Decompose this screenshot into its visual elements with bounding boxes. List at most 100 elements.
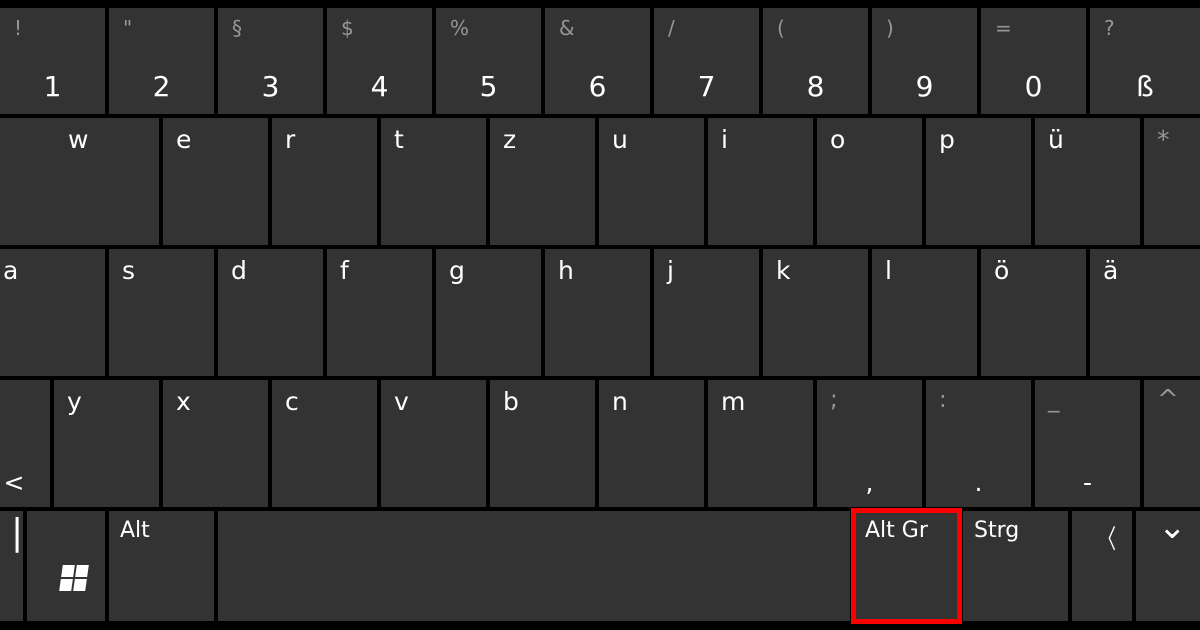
key-altgr[interactable]: Alt Gr bbox=[854, 511, 959, 621]
key-main-label: a bbox=[3, 256, 18, 285]
windows-icon bbox=[61, 565, 87, 591]
key-9[interactable]: )9 bbox=[872, 8, 977, 114]
key-7[interactable]: /7 bbox=[654, 8, 759, 114]
key-main-label: r bbox=[285, 125, 295, 154]
key-strg[interactable]: Strg bbox=[963, 511, 1068, 621]
key-main-label: 0 bbox=[981, 70, 1086, 103]
key-m[interactable]: m bbox=[708, 380, 813, 507]
key-w[interactable]: w bbox=[0, 118, 159, 245]
key-main-label: u bbox=[612, 125, 628, 154]
key-eszett[interactable]: ?ß bbox=[1090, 8, 1200, 114]
key-main-label: * bbox=[1157, 125, 1170, 154]
key-y[interactable]: y bbox=[54, 380, 159, 507]
key-main-label: t bbox=[394, 125, 404, 154]
on-screen-keyboard: !1 "2 §3 $4 %5 &6 /7 (8 )9 =0 ?ß w e r t… bbox=[0, 0, 1200, 630]
key-main-label: h bbox=[558, 256, 574, 285]
key-main-label: p bbox=[939, 125, 955, 154]
key-2[interactable]: "2 bbox=[109, 8, 214, 114]
key-u-umlaut[interactable]: ü bbox=[1035, 118, 1140, 245]
key-main-label: d bbox=[231, 256, 247, 285]
key-main-label: e bbox=[176, 125, 191, 154]
key-main-label: Alt bbox=[120, 518, 150, 543]
key-main-label: ä bbox=[1103, 256, 1118, 285]
key-6[interactable]: &6 bbox=[545, 8, 650, 114]
key-shift-label: ; bbox=[830, 387, 838, 413]
key-main-label: 1 bbox=[0, 70, 105, 103]
key-down[interactable]: ⌄ bbox=[1136, 511, 1200, 621]
key-shift-label: " bbox=[123, 16, 132, 40]
key-main-label: m bbox=[721, 387, 745, 416]
key-main-label: ß bbox=[1090, 70, 1200, 103]
key-d[interactable]: d bbox=[218, 249, 323, 376]
key-main-label: y bbox=[67, 387, 82, 416]
key-t[interactable]: t bbox=[381, 118, 486, 245]
key-5[interactable]: %5 bbox=[436, 8, 541, 114]
key-j[interactable]: j bbox=[654, 249, 759, 376]
chevron-left-icon: 〈 bbox=[1098, 519, 1116, 556]
key-asterisk[interactable]: * bbox=[1144, 118, 1200, 245]
key-main-label: v bbox=[394, 387, 409, 416]
key-main-label: , bbox=[817, 468, 922, 497]
key-shift-label: ^ bbox=[1157, 385, 1179, 415]
key-e[interactable]: e bbox=[163, 118, 268, 245]
key-less-than[interactable]: < bbox=[0, 380, 50, 507]
key-main-label: . bbox=[926, 468, 1031, 497]
key-c[interactable]: c bbox=[272, 380, 377, 507]
key-o-umlaut[interactable]: ö bbox=[981, 249, 1086, 376]
key-windows[interactable] bbox=[27, 511, 105, 621]
key-shift-label: ( bbox=[777, 16, 785, 40]
key-g[interactable]: g bbox=[436, 249, 541, 376]
key-alt[interactable]: Alt bbox=[109, 511, 214, 621]
key-main-label: Alt Gr bbox=[865, 518, 928, 543]
key-main-label: n bbox=[612, 387, 628, 416]
key-x[interactable]: x bbox=[163, 380, 268, 507]
key-v[interactable]: v bbox=[381, 380, 486, 507]
key-main-label: - bbox=[1035, 468, 1140, 497]
key-l[interactable]: l bbox=[872, 249, 977, 376]
key-main-label: Strg bbox=[974, 518, 1019, 543]
key-main-label: o bbox=[830, 125, 845, 154]
key-3[interactable]: §3 bbox=[218, 8, 323, 114]
key-a[interactable]: a bbox=[0, 249, 105, 376]
key-main-label: ö bbox=[994, 256, 1009, 285]
key-main-label: j bbox=[667, 256, 674, 285]
key-main-label: g bbox=[449, 256, 465, 285]
key-main-label: 8 bbox=[763, 70, 868, 103]
key-a-umlaut[interactable]: ä bbox=[1090, 249, 1200, 376]
key-4[interactable]: $4 bbox=[327, 8, 432, 114]
key-shift-label: ! bbox=[14, 16, 22, 40]
key-caret[interactable]: ^ bbox=[1144, 380, 1200, 507]
key-i[interactable]: i bbox=[708, 118, 813, 245]
key-main-label: z bbox=[503, 125, 516, 154]
key-p[interactable]: p bbox=[926, 118, 1031, 245]
key-h[interactable]: h bbox=[545, 249, 650, 376]
key-r[interactable]: r bbox=[272, 118, 377, 245]
key-main-label: l bbox=[885, 256, 892, 285]
key-main-label: s bbox=[122, 256, 135, 285]
key-main-label: w bbox=[68, 125, 88, 154]
key-main-label: 3 bbox=[218, 70, 323, 103]
key-u[interactable]: u bbox=[599, 118, 704, 245]
key-1[interactable]: !1 bbox=[0, 8, 105, 114]
key-main-label: i bbox=[721, 125, 728, 154]
key-main-label: b bbox=[503, 387, 519, 416]
key-8[interactable]: (8 bbox=[763, 8, 868, 114]
key-o[interactable]: o bbox=[817, 118, 922, 245]
key-minus[interactable]: _- bbox=[1035, 380, 1140, 507]
key-f[interactable]: f bbox=[327, 249, 432, 376]
key-z[interactable]: z bbox=[490, 118, 595, 245]
key-pipe[interactable]: | bbox=[0, 511, 23, 621]
key-main-label: 4 bbox=[327, 70, 432, 103]
key-main-label: k bbox=[776, 256, 790, 285]
key-period[interactable]: :. bbox=[926, 380, 1031, 507]
key-0[interactable]: =0 bbox=[981, 8, 1086, 114]
key-main-label: x bbox=[176, 387, 191, 416]
key-left[interactable]: 〈 bbox=[1072, 511, 1132, 621]
key-k[interactable]: k bbox=[763, 249, 868, 376]
key-s[interactable]: s bbox=[109, 249, 214, 376]
key-main-label: ü bbox=[1048, 125, 1064, 154]
key-comma[interactable]: ;, bbox=[817, 380, 922, 507]
key-b[interactable]: b bbox=[490, 380, 595, 507]
key-space[interactable] bbox=[218, 511, 850, 621]
key-n[interactable]: n bbox=[599, 380, 704, 507]
